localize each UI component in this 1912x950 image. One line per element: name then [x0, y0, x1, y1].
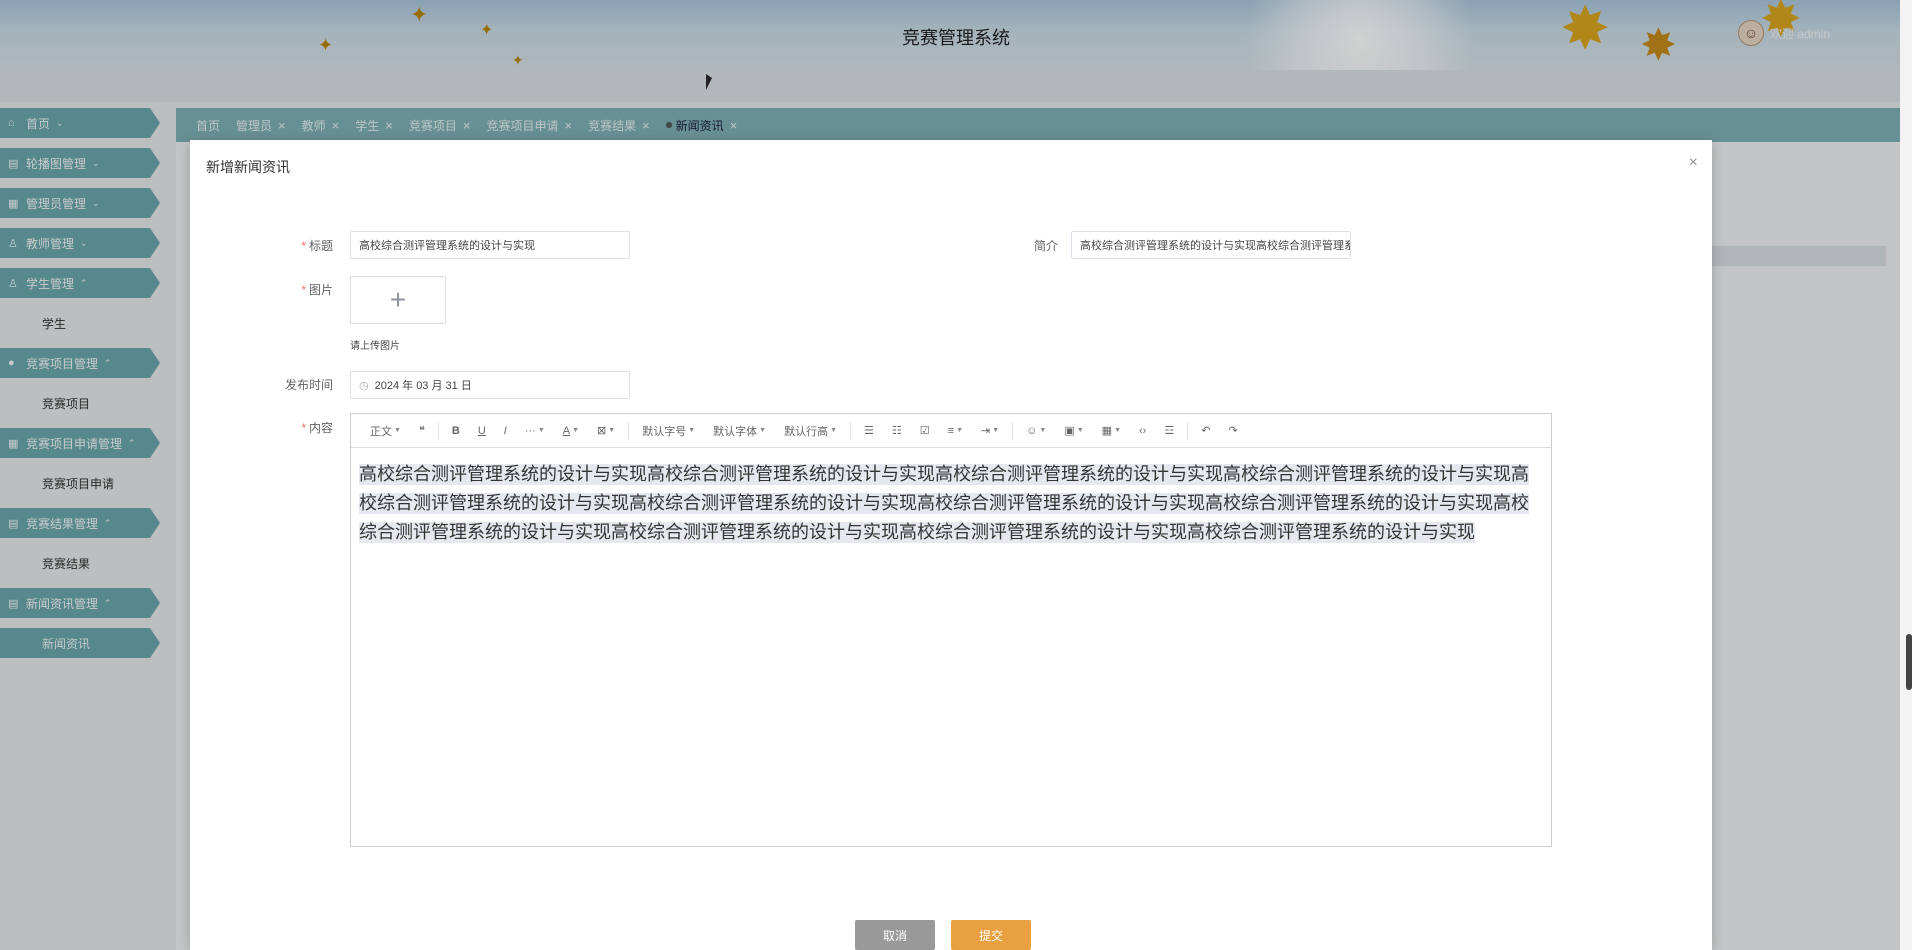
background-color-icon[interactable]: ⊠ ▼ [597, 424, 615, 437]
page-scrollbar[interactable] [1900, 0, 1912, 950]
code-icon[interactable]: ‹› [1139, 425, 1146, 437]
toolbar-divider [850, 421, 852, 440]
toolbar-divider [1187, 421, 1189, 440]
undo-icon[interactable]: ↶ [1201, 424, 1210, 437]
font-size-dropdown[interactable]: 默认字号 ▼ [642, 423, 695, 439]
date-picker[interactable]: ◷ 2024 年 03 月 31 日 [350, 371, 630, 399]
bullet-list-icon[interactable]: ☰ [864, 424, 874, 437]
date-label: 发布时间 [284, 378, 333, 392]
upload-tip: 请上传图片 [350, 341, 400, 352]
paragraph-dropdown[interactable]: 正文 ▼ [370, 423, 401, 439]
line-height-dropdown[interactable]: 默认行高 ▼ [784, 423, 837, 439]
toolbar-divider [1012, 421, 1014, 440]
todo-icon[interactable]: ☑ [920, 424, 930, 437]
image-upload-button[interactable]: + [350, 276, 446, 324]
font-color-icon[interactable]: A ▼ [563, 425, 579, 437]
content-label: * 内容 [301, 421, 333, 435]
image-label: * 图片 [301, 283, 333, 297]
submit-button[interactable]: 提交 [951, 920, 1031, 950]
toolbar-divider [437, 421, 439, 440]
underline-icon[interactable]: U [478, 425, 486, 437]
emoji-icon[interactable]: ☺ ▼ [1026, 425, 1046, 437]
scrollbar-thumb[interactable] [1906, 634, 1912, 690]
divider-icon[interactable]: ☲ [1164, 424, 1174, 437]
title-input[interactable]: 高校综合测评管理系统的设计与实现 [350, 231, 630, 259]
align-icon[interactable]: ≡ ▼ [948, 425, 963, 437]
add-news-dialog: 新增新闻资讯 × * 标题 高校综合测评管理系统的设计与实现 简介 高校综合测评管… [190, 140, 1712, 950]
font-family-dropdown[interactable]: 默认字体 ▼ [713, 423, 766, 439]
indent-icon[interactable]: ⇥ ▼ [981, 424, 999, 437]
editor-toolbar: 正文 ▼ ❝ B U I ··· ▼ A ▼ ⊠ ▼ 默认字号 ▼ 默认字体 ▼ 默认行高 ▼… [351, 414, 1551, 448]
bold-icon[interactable]: B [452, 425, 460, 437]
plus-icon: + [389, 284, 407, 315]
date-value: 2024 年 03 月 31 日 [374, 380, 472, 392]
numbered-list-icon[interactable]: ☷ [892, 424, 902, 437]
close-icon[interactable]: × [1689, 154, 1698, 172]
dialog-title: 新增新闻资讯 [206, 159, 290, 175]
italic-icon[interactable]: I [504, 425, 507, 437]
rich-text-editor[interactable]: 正文 ▼ ❝ B U I ··· ▼ A ▼ ⊠ ▼ 默认字号 ▼ 默认字体 ▼ 默认行高 ▼… [350, 413, 1552, 847]
selected-content-text: 高校综合测评管理系统的设计与实现高校综合测评管理系统的设计与实现高校综合测评管理… [359, 464, 1529, 543]
table-icon[interactable]: ▦ ▼ [1102, 424, 1121, 437]
quote-icon[interactable]: ❝ [419, 424, 425, 437]
image-icon[interactable]: ▣ ▼ [1064, 424, 1083, 437]
title-label: * 标题 [301, 239, 333, 253]
mouse-cursor-icon [706, 74, 712, 90]
intro-label: 简介 [1033, 239, 1058, 253]
intro-input[interactable]: 高校综合测评管理系统的设计与实现高校综合测评管理系统的设计与实现 [1071, 231, 1351, 259]
cancel-button[interactable]: 取消 [855, 920, 935, 950]
clock-icon: ◷ [359, 379, 369, 392]
editor-content[interactable]: 高校综合测评管理系统的设计与实现高校综合测评管理系统的设计与实现高校综合测评管理… [351, 448, 1551, 547]
redo-icon[interactable]: ↷ [1228, 424, 1237, 437]
more-icon[interactable]: ··· ▼ [525, 425, 545, 437]
toolbar-divider [628, 421, 630, 440]
